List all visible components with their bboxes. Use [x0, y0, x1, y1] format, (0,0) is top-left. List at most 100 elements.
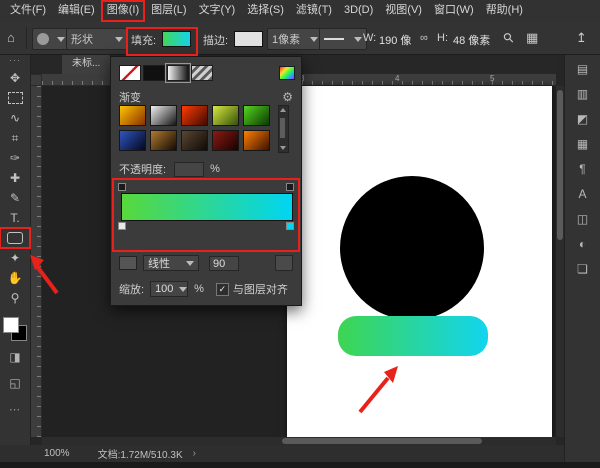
marquee-tool[interactable] — [0, 88, 30, 108]
toolbar-tools: ✥ ∿⌗✑✚✎T. ✦✋ ⚲ — [0, 68, 30, 308]
status-chevron-icon[interactable]: › — [193, 448, 196, 459]
canvas-artboard[interactable] — [287, 86, 552, 437]
quick-mask-icon[interactable]: ◨ — [0, 348, 30, 368]
right-panel-dock: ▤ ▥ ◩ ▦ ¶ A ◫ ◐ ❏ — [564, 54, 600, 462]
gradient-preset-5[interactable] — [243, 105, 270, 126]
color-stop-left[interactable] — [118, 222, 126, 230]
search-icon[interactable]: ⚲ — [500, 29, 518, 47]
panel-group2-icon[interactable]: ▥ — [571, 85, 595, 105]
presets-scrollbar-thumb[interactable] — [280, 118, 285, 138]
scroll-down-icon[interactable] — [280, 146, 286, 150]
gradient-bar[interactable] — [121, 193, 293, 221]
vertical-scrollbar[interactable] — [556, 86, 564, 437]
scale-select[interactable]: 100 — [150, 281, 188, 297]
presets-scrollbar[interactable] — [278, 105, 289, 153]
gradient-style-select[interactable]: 线性 — [143, 255, 199, 271]
move-tool[interactable]: ✥ — [0, 68, 30, 88]
vertical-scrollbar-thumb[interactable] — [557, 90, 563, 240]
status-bar: 100% 文档:1.72M/510.3K › — [0, 445, 564, 462]
ruler-number-5: 5 — [490, 74, 494, 83]
hand-tool[interactable]: ✋ — [0, 268, 30, 288]
swatches-panel-icon[interactable]: ▦ — [571, 135, 595, 155]
healing-brush-tool[interactable]: ✚ — [0, 168, 30, 188]
scroll-up-icon[interactable] — [280, 108, 286, 112]
workspace-icon[interactable]: ▦ — [526, 30, 538, 46]
layers-panel-icon[interactable]: ❏ — [571, 260, 595, 280]
lasso-tool[interactable]: ∿ — [0, 108, 30, 128]
menu-item-4[interactable]: 图层(L) — [145, 0, 192, 22]
color-panel-icon[interactable]: ◩ — [571, 110, 595, 130]
move-tool-icon: ✥ — [10, 71, 20, 85]
color-stop-right[interactable] — [286, 222, 294, 230]
custom-shape-tool[interactable]: ✦ — [0, 248, 30, 268]
document-tab[interactable]: 未标... — [62, 54, 111, 74]
width-value[interactable]: 190 像 — [379, 32, 411, 48]
libraries-panel-icon[interactable]: ◫ — [571, 210, 595, 230]
menu-item-1[interactable]: 文件(F) — [4, 0, 52, 22]
vertical-ruler[interactable] — [30, 86, 42, 437]
gear-icon[interactable]: ⚙ — [282, 90, 293, 104]
horizontal-scrollbar[interactable] — [42, 437, 556, 445]
home-icon[interactable]: ⌂ — [7, 30, 15, 46]
stroke-width-select[interactable]: 1像素 — [267, 28, 323, 50]
rectangle-tool[interactable] — [0, 228, 30, 248]
pattern-fill-button[interactable] — [191, 65, 213, 81]
opacity-input[interactable] — [174, 162, 204, 177]
gradient-preset-10[interactable] — [243, 130, 270, 151]
no-fill-button[interactable] — [119, 65, 141, 81]
reverse-gradient-icon[interactable] — [275, 255, 293, 271]
toolbar-ellipsis-icon[interactable]: ··· — [0, 54, 30, 68]
zoom-tool[interactable]: ⚲ — [0, 288, 30, 308]
adjustments-panel-icon[interactable]: ◐ — [571, 235, 595, 255]
gradient-preset-3[interactable] — [181, 105, 208, 126]
gradient-preset-4[interactable] — [212, 105, 239, 126]
color-picker-button[interactable] — [279, 66, 295, 80]
zoom-tool-icon: ⚲ — [11, 291, 20, 305]
toolbar-overflow-icon[interactable]: ⋯ — [0, 404, 30, 418]
gradient-preset-1[interactable] — [119, 105, 146, 126]
solid-fill-button[interactable] — [143, 65, 165, 81]
zoom-level[interactable]: 100% — [44, 448, 70, 459]
link-dimensions-icon[interactable]: ∞ — [420, 30, 428, 46]
align-layer-checkbox[interactable]: ✓ — [216, 283, 229, 296]
brush-tool[interactable]: ✎ — [0, 188, 30, 208]
tool-mode-select[interactable]: 形状 — [66, 28, 128, 50]
toolbar: ··· ✥ ∿⌗✑✚✎T. ✦✋ ⚲ ◨ ◱ ⋯ — [0, 54, 31, 445]
menu-item-2[interactable]: 编辑(E) — [52, 0, 101, 22]
eyedropper-tool[interactable]: ✑ — [0, 148, 30, 168]
gradient-preset-7[interactable] — [150, 130, 177, 151]
horizontal-scrollbar-thumb[interactable] — [282, 438, 482, 444]
fill-swatch[interactable] — [162, 31, 191, 47]
gradient-preset-8[interactable] — [181, 130, 208, 151]
gradient-preset-9[interactable] — [212, 130, 239, 151]
tool-preset-picker[interactable] — [32, 28, 70, 50]
screen-mode-icon[interactable]: ◱ — [0, 374, 30, 394]
panel-group1-icon[interactable]: ▤ — [571, 60, 595, 80]
gradient-preset-6[interactable] — [119, 130, 146, 151]
gradient-preset-2[interactable] — [150, 105, 177, 126]
opacity-stop-left[interactable] — [118, 183, 126, 191]
menu-item-9[interactable]: 视图(V) — [379, 0, 428, 22]
share-icon[interactable]: ↥ — [576, 30, 587, 46]
menu-item-5[interactable]: 文字(Y) — [193, 0, 242, 22]
scale-unit: % — [194, 283, 204, 295]
menu-item-11[interactable]: 帮助(H) — [480, 0, 529, 22]
angle-input[interactable]: 90 — [209, 256, 239, 271]
type-tool[interactable]: T. — [0, 208, 30, 228]
gradient-rounded-rect-shape[interactable] — [338, 316, 488, 356]
crop-tool[interactable]: ⌗ — [0, 128, 30, 148]
foreground-color-swatch[interactable] — [3, 317, 19, 333]
height-value[interactable]: 48 像素 — [453, 32, 490, 48]
menu-item-10[interactable]: 窗口(W) — [428, 0, 480, 22]
menu-item-8[interactable]: 3D(D) — [338, 0, 379, 22]
menu-item-7[interactable]: 滤镜(T) — [290, 0, 338, 22]
menu-item-6[interactable]: 选择(S) — [241, 0, 290, 22]
black-circle-shape[interactable] — [340, 176, 484, 320]
stroke-swatch[interactable] — [234, 31, 263, 47]
menu-item-3[interactable]: 图像(I) — [101, 0, 145, 22]
paragraph-panel-icon[interactable]: ¶ — [571, 160, 595, 180]
stroke-style-select[interactable] — [319, 28, 367, 50]
character-panel-icon[interactable]: A — [571, 185, 595, 205]
opacity-stop-right[interactable] — [286, 183, 294, 191]
gradient-fill-button[interactable] — [167, 65, 189, 81]
